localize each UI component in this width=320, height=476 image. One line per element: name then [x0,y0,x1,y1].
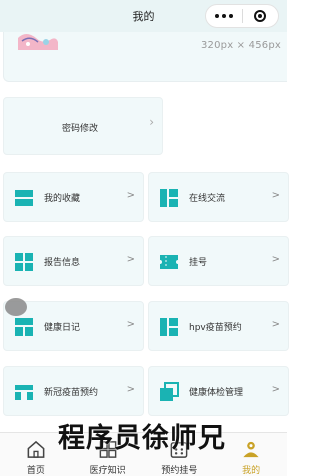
change-password-label: 密码修改 [62,124,99,134]
chevron-right-icon: › [149,115,154,129]
vaccine-icon [160,318,178,336]
tile-label: 挂号 [189,258,208,268]
chevron-right-icon: > [126,384,135,395]
tab-label: 预约挂号 [161,466,198,476]
tile-favorites[interactable]: 我的收藏 > [3,172,144,222]
checkup-icon [160,382,179,401]
tab-label: 首页 [26,466,45,476]
more-options-icon[interactable] [206,14,242,18]
tab-label: 我的 [242,466,261,476]
tile-label: 新冠疫苗预约 [44,388,99,398]
close-target-icon[interactable] [242,10,278,22]
ticket-icon [160,255,178,269]
tab-label: 医疗知识 [89,466,126,476]
diary-icon [15,318,33,336]
tile-health-checkup[interactable]: 健康体检管理 > [148,366,289,416]
chevron-right-icon: > [126,190,135,201]
chat-icon [160,189,178,207]
chevron-right-icon: > [126,319,135,330]
avatar-illustration-icon [18,34,58,50]
tile-covid-vaccine[interactable]: 新冠疫苗预约 > [3,366,144,416]
navigation-bar: 我的 [0,0,287,32]
tab-mine[interactable]: 我的 [215,433,287,476]
tile-report-info[interactable]: 报告信息 > [3,236,144,286]
tile-registration[interactable]: 挂号 > [148,236,289,286]
home-icon [27,440,45,458]
covid-vaccine-icon [15,385,33,400]
tile-label: hpv疫苗预约 [189,323,242,333]
watermark-text: 程序员徐师兄 [58,423,226,454]
profile-icon [243,441,259,458]
change-password-card[interactable]: 密码修改 › [3,97,163,155]
favorites-icon [15,190,33,206]
chevron-right-icon: > [271,384,280,395]
chevron-right-icon: > [126,254,135,265]
report-icon [15,253,33,271]
image-size-label: 320px × 456px [200,40,281,51]
tile-label: 报告信息 [44,258,81,268]
tile-hpv-vaccine[interactable]: hpv疫苗预约 > [148,301,289,351]
chevron-right-icon: > [271,319,280,330]
mini-program-capsule [205,4,279,28]
page-title: 我的 [132,10,155,23]
loading-indicator [5,298,27,316]
chevron-right-icon: > [271,190,280,201]
tile-label: 健康体检管理 [189,388,244,398]
tile-label: 在线交流 [189,194,226,204]
tile-label: 健康日记 [44,323,81,333]
tile-online-chat[interactable]: 在线交流 > [148,172,289,222]
chevron-right-icon: > [271,254,280,265]
profile-card[interactable]: 320px × 456px [3,32,287,82]
tile-label: 我的收藏 [44,194,81,204]
